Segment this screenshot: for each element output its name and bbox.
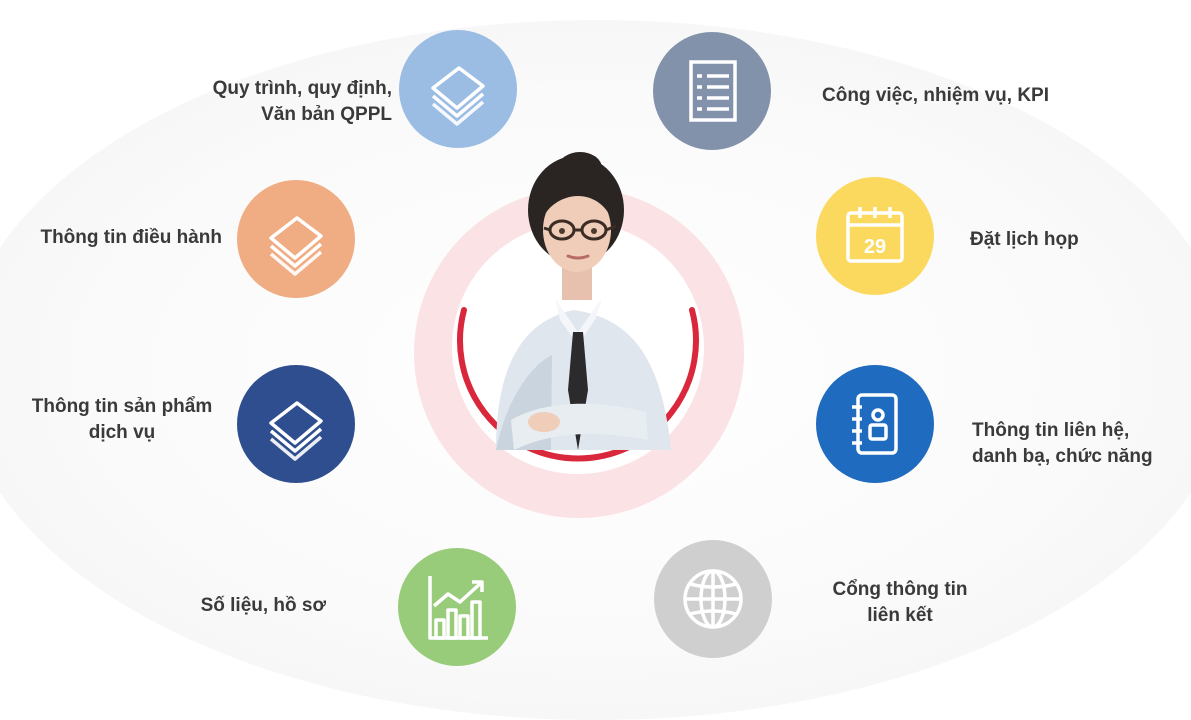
operations-info-circle[interactable] (237, 180, 355, 298)
document-stack-icon (431, 66, 485, 126)
calendar-day: 29 (864, 236, 886, 258)
assistant-avatar (496, 152, 671, 450)
tasks-circle[interactable] (653, 32, 771, 150)
bar-chart-trend-icon (428, 576, 488, 640)
data-records-circle[interactable] (398, 548, 516, 666)
list-document-icon (689, 60, 737, 122)
regulations-label: Quy trình, quy định, Văn bản QPPL (212, 78, 392, 125)
document-stack-icon (269, 401, 323, 461)
portal-links-circle[interactable] (654, 540, 772, 658)
regulations-circle[interactable] (399, 30, 517, 148)
calendar-icon: 29 (846, 207, 904, 263)
tasks-label: Công việc, nhiệm vụ, KPI (822, 85, 1049, 106)
document-stack-icon (269, 216, 323, 276)
meeting-schedule-label: Đặt lịch họp (970, 229, 1079, 250)
portal-links-label: Cổng thông tin liên kết (832, 579, 968, 626)
products-services-label: Thông tin sản phẩm dịch vụ (31, 396, 213, 443)
operations-info-label: Thông tin điều hành (40, 227, 222, 248)
contact-book-icon (852, 393, 898, 455)
products-services-circle[interactable] (237, 365, 355, 483)
contacts-circle[interactable] (816, 365, 934, 483)
meeting-schedule-circle[interactable]: 29 (816, 177, 934, 295)
data-records-label: Số liệu, hồ sơ (200, 595, 326, 616)
contacts-label: Thông tin liên hệ, danh bạ, chức năng (972, 420, 1153, 467)
globe-icon (683, 569, 743, 629)
